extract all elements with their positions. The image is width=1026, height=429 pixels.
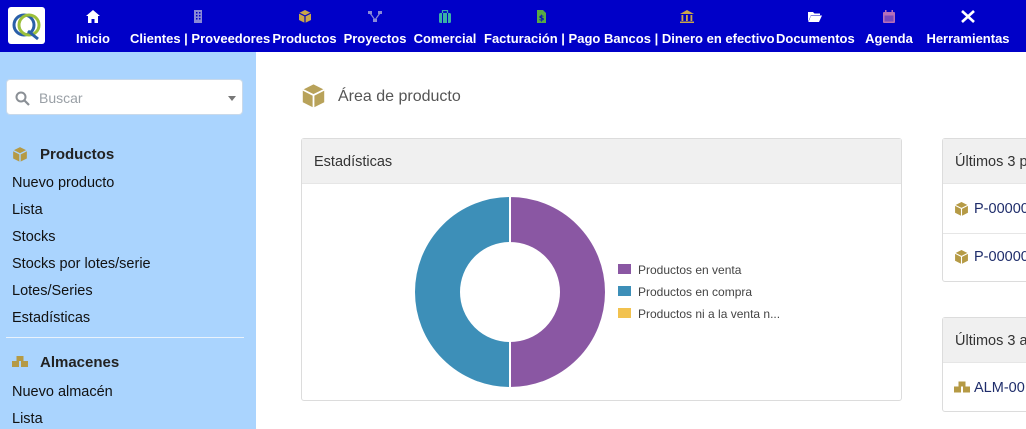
row-divider [943, 233, 1026, 234]
sidebar-link-stocks[interactable]: Stocks [12, 229, 56, 245]
donut-slice[interactable] [509, 194, 607, 390]
sidebar-link-nuevo-producto[interactable]: Nuevo producto [12, 175, 114, 191]
nav-label: Documentos [776, 31, 855, 46]
building-icon [193, 10, 202, 23]
warehouse-ref: ALM-00 [974, 380, 1025, 396]
sidebar-link-estadisticas[interactable]: Estadísticas [12, 310, 90, 326]
latest-warehouses-card: Últimos 3 a [942, 317, 1026, 412]
sidebar-link-lista-almacenes[interactable]: Lista [12, 411, 43, 427]
nav-label: Inicio [76, 31, 110, 46]
chevron-down-icon[interactable] [228, 96, 236, 101]
svg-text:$: $ [539, 14, 545, 23]
section-title: Almacenes [40, 354, 120, 371]
search-placeholder: Buscar [39, 90, 83, 106]
nav-label: Productos [272, 31, 337, 46]
home-icon [86, 10, 100, 23]
sidebar-link-stocks-lotes[interactable]: Stocks por lotes/serie [12, 256, 151, 272]
sidebar-link-lista[interactable]: Lista [12, 202, 43, 218]
cube-icon [302, 84, 325, 108]
left-sidebar: Buscar Productos Nuevo producto Lista St… [0, 52, 256, 429]
legend-label: Productos en venta [638, 263, 742, 277]
legend-swatch [618, 308, 631, 318]
tools-icon [961, 10, 975, 23]
card-header: Últimos 3 p [943, 139, 1026, 184]
search-select[interactable]: Buscar [6, 79, 243, 115]
nav-productos[interactable]: Productos [272, 0, 337, 52]
cube-icon [12, 147, 28, 162]
nav-comercial[interactable]: Comercial [413, 0, 477, 52]
sitemap-icon [368, 11, 382, 22]
nav-label: Facturación | Pago [484, 31, 601, 46]
top-menu-bar: Inicio Clientes | Proveedores Productos … [0, 0, 1026, 52]
calendar-icon [883, 10, 895, 23]
card-title: Últimos 3 p [955, 154, 1026, 170]
card-title: Estadísticas [314, 154, 393, 170]
card-header: Estadísticas [302, 139, 901, 184]
nav-clientes-proveedores[interactable]: Clientes | Proveedores [130, 0, 271, 52]
nav-documentos[interactable]: Documentos [776, 0, 855, 52]
nav-bancos[interactable]: Bancos | Dinero en efectivo [604, 0, 775, 52]
boxes-icon [12, 356, 28, 367]
legend-swatch [618, 286, 631, 296]
card-header: Últimos 3 a [943, 318, 1026, 363]
page-title: Área de producto [338, 88, 461, 105]
bank-icon [679, 10, 694, 23]
card-title: Últimos 3 a [955, 333, 1026, 349]
nav-label: Clientes | Proveedores [130, 31, 271, 46]
nav-proyectos[interactable]: Proyectos [343, 0, 407, 52]
product-ref: P-00000 [974, 249, 1026, 265]
nav-label: Herramientas [926, 31, 1010, 46]
nav-inicio[interactable]: Inicio [71, 0, 115, 52]
nav-agenda[interactable]: Agenda [863, 0, 915, 52]
boxes-icon [954, 381, 970, 393]
folder-open-icon [808, 12, 822, 22]
invoice-icon: $ [537, 10, 546, 23]
sidebar-divider [6, 337, 244, 338]
legend-label: Productos ni a la venta n... [638, 307, 781, 321]
sidebar-link-lotes-series[interactable]: Lotes/Series [12, 283, 93, 299]
nav-label: Agenda [865, 31, 913, 46]
search-icon [15, 91, 30, 106]
nav-facturacion-pago[interactable]: $ Facturación | Pago [484, 0, 601, 52]
sidebar-link-nuevo-almacen[interactable]: Nuevo almacén [12, 384, 113, 400]
cube-icon [954, 250, 969, 264]
donut-chart [413, 194, 607, 390]
product-ref: P-00000 [974, 201, 1026, 217]
suitcase-icon [439, 10, 451, 23]
nav-label: Bancos | Dinero en efectivo [604, 31, 775, 46]
donut-slice[interactable] [413, 194, 511, 390]
nav-label: Comercial [413, 31, 477, 46]
nav-label: Proyectos [343, 31, 407, 46]
cube-icon [954, 202, 969, 216]
legend-swatch [618, 264, 631, 274]
app-logo[interactable] [8, 7, 45, 44]
legend-label: Productos en compra [638, 285, 753, 299]
nav-herramientas[interactable]: Herramientas [925, 0, 1011, 52]
cube-icon [298, 10, 311, 23]
section-title: Productos [40, 146, 115, 163]
